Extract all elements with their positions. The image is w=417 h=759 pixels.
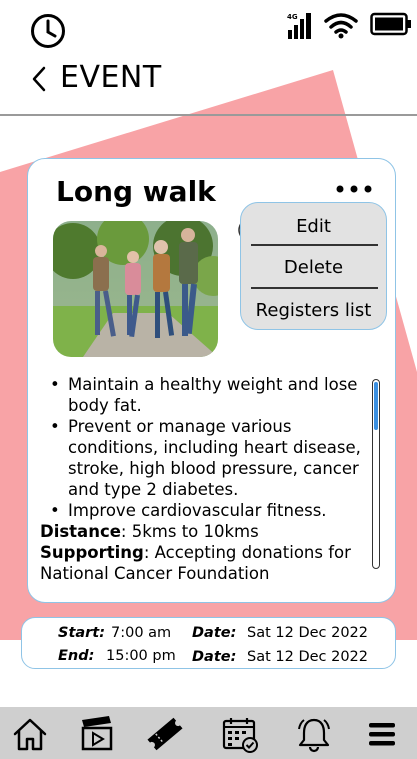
distance-value: : 5kms to 10kms — [120, 522, 259, 541]
event-description: Maintain a healthy weight and lose body … — [40, 374, 370, 584]
bottom-nav — [0, 707, 417, 759]
supporting-line: Supporting: Accepting donations for Nati… — [40, 542, 370, 584]
end-date-label: Date: — [192, 649, 237, 665]
menu-divider — [251, 287, 378, 289]
header: EVENT — [0, 58, 417, 102]
schedule-box: Start: 7:00 am Date: Sat 12 Dec 2022 End… — [21, 617, 396, 669]
benefit-item: Improve cardiovascular fitness. — [40, 500, 370, 521]
battery-icon — [370, 12, 411, 36]
start-time: 7:00 am — [111, 625, 172, 641]
back-arrow-icon[interactable] — [30, 65, 48, 93]
header-divider — [0, 114, 417, 116]
video-icon[interactable] — [78, 715, 116, 753]
ticket-icon[interactable] — [146, 715, 184, 753]
more-options-icon[interactable] — [334, 183, 374, 195]
benefit-item: Prevent or manage various conditions, in… — [40, 416, 370, 500]
end-label: End: — [58, 648, 95, 664]
end-time: 15:00 pm — [106, 648, 176, 664]
menu-icon[interactable] — [363, 715, 401, 753]
menu-registers-list[interactable]: Registers list — [241, 300, 386, 321]
distance-label: Distance — [40, 522, 121, 541]
menu-edit[interactable]: Edit — [241, 216, 386, 237]
bell-icon[interactable] — [295, 715, 333, 753]
start-date: Sat 12 Dec 2022 — [247, 625, 369, 641]
benefit-item: Maintain a healthy weight and lose body … — [40, 374, 370, 416]
menu-divider — [251, 244, 378, 246]
start-label: Start: — [58, 625, 106, 641]
benefits-list: Maintain a healthy weight and lose body … — [40, 374, 370, 521]
event-photo — [53, 221, 218, 357]
supporting-label: Supporting — [40, 543, 144, 562]
signal-icon: 4G — [287, 13, 311, 39]
status-bar: 4G — [0, 0, 417, 52]
page-title: EVENT — [60, 60, 162, 95]
menu-delete[interactable]: Delete — [241, 257, 386, 278]
calendar-icon[interactable] — [221, 715, 259, 753]
end-date: Sat 12 Dec 2022 — [247, 649, 369, 665]
scrollbar-thumb[interactable] — [373, 382, 378, 430]
svg-text:4G: 4G — [287, 13, 298, 21]
clock-icon — [31, 14, 65, 48]
home-icon[interactable] — [11, 715, 49, 753]
event-options-menu: Edit Delete Registers list — [240, 202, 387, 330]
wifi-icon — [324, 13, 358, 39]
start-date-label: Date: — [192, 625, 237, 641]
event-title: Long walk — [56, 175, 216, 208]
distance-line: Distance: 5kms to 10kms — [40, 521, 370, 542]
description-scrollbar[interactable] — [372, 379, 380, 569]
